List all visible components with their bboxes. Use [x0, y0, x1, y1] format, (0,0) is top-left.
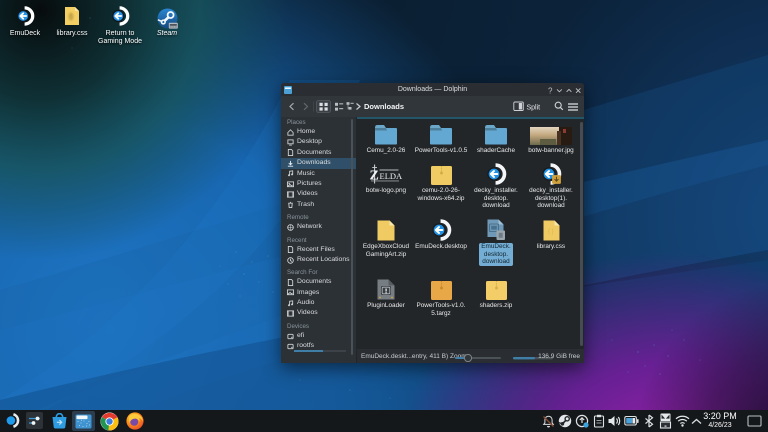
svg-text:{}: {} — [69, 13, 73, 19]
svg-text:{ }: { } — [548, 229, 554, 235]
svg-text:ELDA: ELDA — [380, 171, 404, 181]
svg-text:?: ? — [548, 86, 553, 95]
svg-text:Split: Split — [527, 105, 541, 112]
